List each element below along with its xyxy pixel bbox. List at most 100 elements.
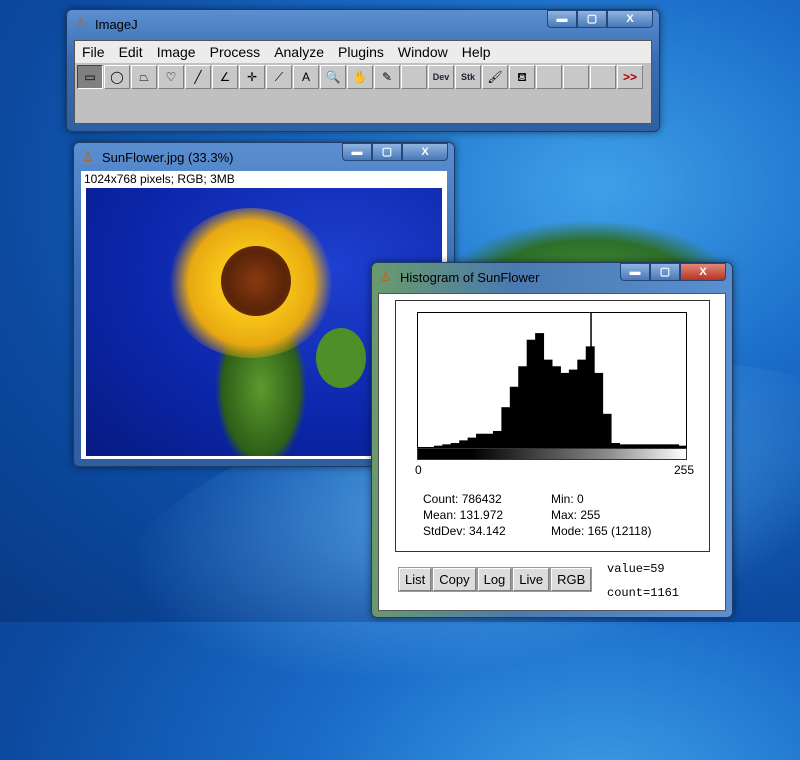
histogram-bar [627,444,637,447]
more-icon[interactable]: >> [617,65,643,89]
line-icon[interactable]: ╱ [185,65,211,89]
stat-min: Min: 0 [551,492,584,506]
histogram-bar [433,445,443,447]
cursor-value: value=59 [607,562,665,576]
close-button[interactable]: X [402,143,448,161]
stat-count: Count: 786432 [423,492,502,506]
cursor-count: count=1161 [607,586,680,600]
microscope-icon: ♙ [380,269,392,284]
menu-process[interactable]: Process [203,44,268,60]
empty-tool-slot[interactable] [590,65,616,89]
menu-plugins[interactable]: Plugins [331,44,391,60]
histogram-bar [602,413,612,447]
stat-stddev: StdDev: 34.142 [423,524,506,538]
empty-tool-slot[interactable] [536,65,562,89]
menu-analyze[interactable]: Analyze [267,44,331,60]
toolbar: ▭ ◯ ⏢ ♡ ╱ ∠ ✛ ⟋ A 🔍 ✋ ✎ Dev Stk 🖌 ⛾ >> [75,63,651,89]
histogram-bar [543,359,553,447]
grayscale-bar [417,448,687,460]
histogram-bar [670,444,680,447]
window-title: Histogram of SunFlower [400,269,540,285]
close-button[interactable]: X [607,10,653,28]
histogram-bar [442,444,452,447]
stat-mean: Mean: 131.972 [423,508,504,522]
histogram-bar [450,443,460,447]
histogram-bar [552,366,561,447]
histogram-bar [467,437,477,447]
histogram-bar [459,440,469,447]
list-button[interactable]: List [397,567,433,592]
histogram-bar [526,339,536,447]
wand-icon[interactable]: ⟋ [266,65,292,89]
brush-icon[interactable]: 🖌 [482,65,508,89]
menu-edit[interactable]: Edit [112,44,150,60]
sunflower-center [221,246,291,316]
histogram-bar [619,444,629,447]
histogram-bar [476,433,485,447]
empty-tool-slot[interactable] [563,65,589,89]
menu-help[interactable]: Help [455,44,498,60]
hand-icon[interactable]: ✋ [347,65,373,89]
histogram-bar [568,369,578,447]
copy-button[interactable]: Copy [432,567,477,592]
sunflower-leaf [316,328,366,388]
text-icon[interactable]: A [293,65,319,89]
histogram-panel: 0 255 Count: 786432 Mean: 131.972 StdDev… [395,300,710,552]
point-icon[interactable]: ✛ [239,65,265,89]
histogram-bar [518,366,528,447]
stk-icon[interactable]: Stk [455,65,481,89]
magnifier-icon[interactable]: 🔍 [320,65,346,89]
axis-min-label: 0 [415,463,422,477]
histogram-bar [661,444,671,447]
window-title: SunFlower.jpg (33.3%) [102,149,234,165]
angle-icon[interactable]: ∠ [212,65,238,89]
rectangle-icon[interactable]: ▭ [77,65,103,89]
maximize-button[interactable]: ▢ [650,263,680,281]
dev-icon[interactable]: Dev [428,65,454,89]
histogram-bar [585,346,595,447]
histogram-bar [560,372,570,447]
imagej-window: ♙ ImageJ ▬ ▢ X File Edit Image Process Analyze P… [66,9,660,132]
histogram-bar [636,444,646,447]
image-info: 1024x768 pixels; RGB; 3MB [84,172,235,186]
menu-bar: File Edit Image Process Analyze Plugins Window… [75,41,651,63]
histogram-plot[interactable] [417,312,687,448]
dropper-icon[interactable]: ✎ [374,65,400,89]
histogram-bar [484,433,494,447]
rgb-button[interactable]: RGB [550,567,593,592]
window-title: ImageJ [95,16,138,32]
microscope-icon: ♙ [82,149,94,164]
menu-file[interactable]: File [75,44,112,60]
empty-tool-slot[interactable] [401,65,427,89]
histogram-bar [501,407,511,447]
menu-window[interactable]: Window [391,44,455,60]
histogram-bar [644,444,654,447]
histogram-bar [594,372,604,447]
polygon-icon[interactable]: ⏢ [131,65,157,89]
maximize-button[interactable]: ▢ [372,143,402,161]
histogram-bar [535,333,545,447]
minimize-button[interactable]: ▬ [342,143,372,161]
histogram-window: ♙ Histogram of SunFlower ▬ ▢ X 0 255 Count:… [371,262,733,618]
minimize-button[interactable]: ▬ [620,263,650,281]
log-button[interactable]: Log [476,567,513,592]
menu-image[interactable]: Image [150,44,203,60]
fill-icon[interactable]: ⛾ [509,65,535,89]
maximize-button[interactable]: ▢ [577,10,607,28]
oval-icon[interactable]: ◯ [104,65,130,89]
stat-mode: Mode: 165 (12118) [551,524,652,538]
histogram-bar [492,430,502,447]
microscope-icon: ♙ [75,16,87,31]
histogram-bar [653,444,663,447]
stat-max: Max: 255 [551,508,601,522]
freehand-icon[interactable]: ♡ [158,65,184,89]
live-button[interactable]: Live [512,567,551,592]
histogram-buttons: List Copy Log Live RGB [397,567,593,592]
axis-max-label: 255 [674,463,695,477]
histogram-bar [509,386,519,447]
histogram-bar [577,359,587,447]
histogram-bar [611,443,620,447]
minimize-button[interactable]: ▬ [547,10,577,28]
histogram-bar [678,445,687,447]
close-button[interactable]: X [680,263,726,281]
